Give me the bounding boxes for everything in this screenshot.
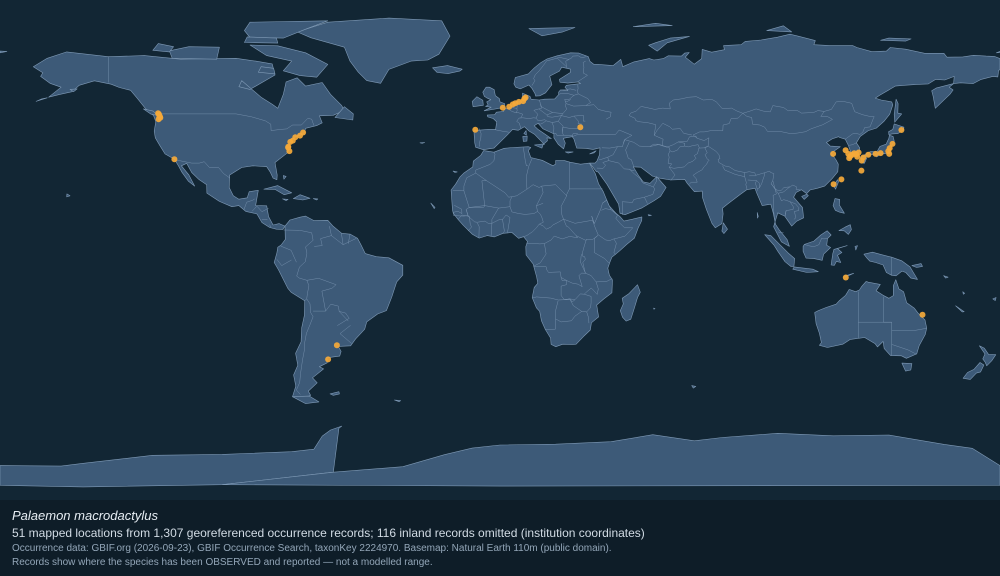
occurrence-point[interactable] — [877, 150, 884, 157]
landmass-mauritius-reunion — [653, 307, 656, 310]
world-map[interactable] — [0, 0, 1000, 500]
occurrence-point[interactable] — [577, 124, 584, 131]
map-page: Palaemon macrodactylus 51 mapped locatio… — [0, 0, 1000, 576]
map-canvas — [0, 0, 1000, 500]
occurrence-point[interactable] — [854, 153, 861, 160]
occurrence-point[interactable] — [889, 140, 896, 147]
occurrence-point[interactable] — [858, 167, 865, 174]
data-source-attribution: Occurrence data: GBIF.org (2026-09-23), … — [12, 543, 612, 554]
occurrence-point[interactable] — [286, 148, 293, 155]
occurrence-point[interactable] — [522, 94, 529, 101]
interpretation-note: Records show where the species has been … — [12, 557, 433, 568]
occurrence-summary: 51 mapped locations from 1,307 georefere… — [12, 526, 645, 540]
occurrence-point[interactable] — [838, 176, 845, 183]
occurrence-point[interactable] — [499, 104, 506, 111]
occurrence-point[interactable] — [830, 181, 837, 188]
occurrence-point[interactable] — [325, 356, 332, 363]
occurrence-point[interactable] — [872, 150, 879, 157]
occurrence-point[interactable] — [830, 150, 837, 157]
occurrence-point[interactable] — [155, 116, 162, 123]
occurrence-point[interactable] — [919, 311, 926, 318]
occurrence-point[interactable] — [171, 156, 178, 163]
occurrence-point[interactable] — [858, 157, 865, 164]
occurrence-point[interactable] — [886, 150, 893, 157]
occurrence-point[interactable] — [865, 151, 872, 158]
occurrence-point[interactable] — [842, 274, 849, 281]
map-caption: Palaemon macrodactylus 51 mapped locatio… — [0, 500, 1000, 576]
occurrence-point[interactable] — [898, 127, 905, 133]
landmass-devon-island — [244, 36, 279, 44]
species-name: Palaemon macrodactylus — [12, 508, 158, 523]
landmass-sardinia — [522, 135, 528, 142]
occurrence-point[interactable] — [333, 342, 340, 349]
occurrence-point[interactable] — [472, 126, 479, 133]
